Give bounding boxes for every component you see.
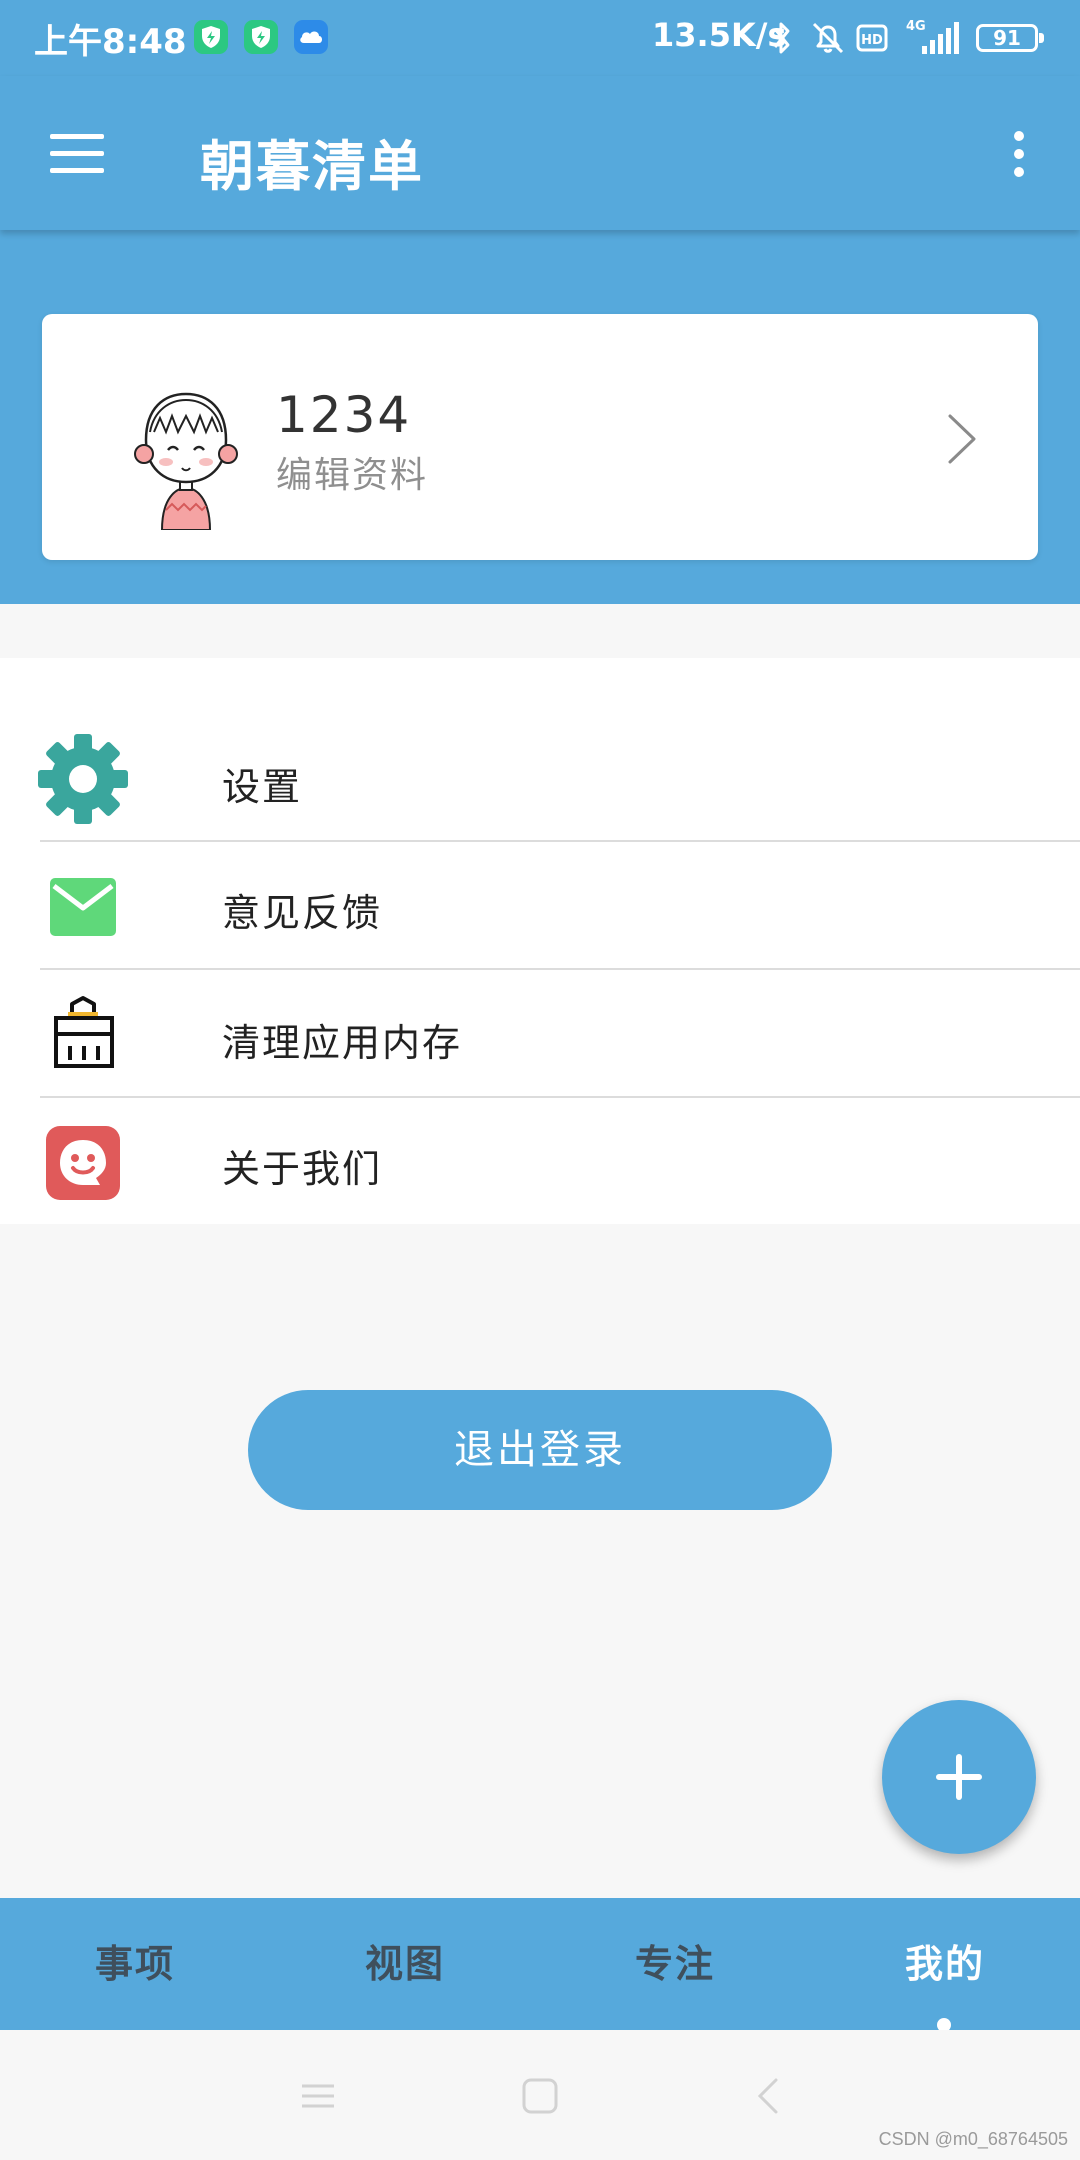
- menu-list: 设置 意见反馈 清理应用内存 关于我们: [0, 658, 1080, 1224]
- menu-item-label: 关于我们: [222, 1147, 383, 1191]
- mail-icon: [38, 862, 128, 952]
- avatar[interactable]: [106, 370, 266, 530]
- hamburger-menu-icon[interactable]: [50, 132, 104, 174]
- status-bar: 上午8:48 13.5K/s HD 4G 91: [0, 0, 1080, 76]
- svg-text:HD: HD: [861, 33, 883, 48]
- trash-bag-icon: [38, 990, 128, 1080]
- menu-item-label: 意见反馈: [222, 891, 383, 935]
- tab-items[interactable]: 事项: [0, 1898, 270, 2030]
- username: 1234: [276, 386, 412, 444]
- battery-icon: 91: [976, 24, 1044, 52]
- home-icon[interactable]: [512, 2068, 568, 2124]
- app-bar: 朝暮清单: [0, 76, 1080, 230]
- menu-item-label: 清理应用内存: [222, 1021, 463, 1065]
- watermark: CSDN @m0_68764505: [878, 2129, 1068, 2149]
- menu-item-settings[interactable]: 设置: [0, 714, 1080, 842]
- chevron-right-icon[interactable]: [942, 410, 982, 468]
- recent-apps-icon[interactable]: [290, 2068, 346, 2124]
- bottom-nav: 事项 视图 专注 我的: [0, 1898, 1080, 2032]
- bluetooth-icon: [770, 18, 794, 58]
- logout-button[interactable]: 退出登录: [248, 1390, 832, 1510]
- plus-icon: [936, 1754, 982, 1800]
- status-time: 上午8:48: [34, 22, 187, 62]
- edit-profile-label: 编辑资料: [276, 455, 429, 496]
- menu-item-clear-memory[interactable]: 清理应用内存: [0, 970, 1080, 1098]
- system-navigation-bar: CSDN @m0_68764505: [0, 2030, 1080, 2160]
- back-icon[interactable]: [740, 2068, 796, 2124]
- bell-off-icon: [808, 18, 848, 58]
- profile-card[interactable]: 1234 编辑资料: [42, 314, 1038, 560]
- tab-mine[interactable]: 我的: [810, 1898, 1080, 2030]
- cloud-app-icon: [294, 20, 328, 54]
- signal-icon: 4G: [904, 18, 964, 58]
- smile-face-icon: [38, 1118, 128, 1208]
- network-speed: 13.5K/s: [652, 16, 787, 54]
- menu-item-about[interactable]: 关于我们: [0, 1098, 1080, 1226]
- shield-app-icon: [244, 20, 278, 54]
- add-button[interactable]: [882, 1700, 1036, 1854]
- gear-icon: [38, 734, 128, 824]
- menu-item-label: 设置: [222, 765, 303, 809]
- app-title: 朝暮清单: [200, 135, 424, 198]
- tab-view[interactable]: 视图: [270, 1898, 540, 2030]
- svg-text:4G: 4G: [906, 19, 926, 34]
- shield-app-icon: [194, 20, 228, 54]
- menu-item-feedback[interactable]: 意见反馈: [0, 842, 1080, 970]
- hd-icon: HD: [856, 18, 888, 58]
- tab-focus[interactable]: 专注: [540, 1898, 810, 2030]
- more-vertical-icon[interactable]: [1006, 130, 1032, 178]
